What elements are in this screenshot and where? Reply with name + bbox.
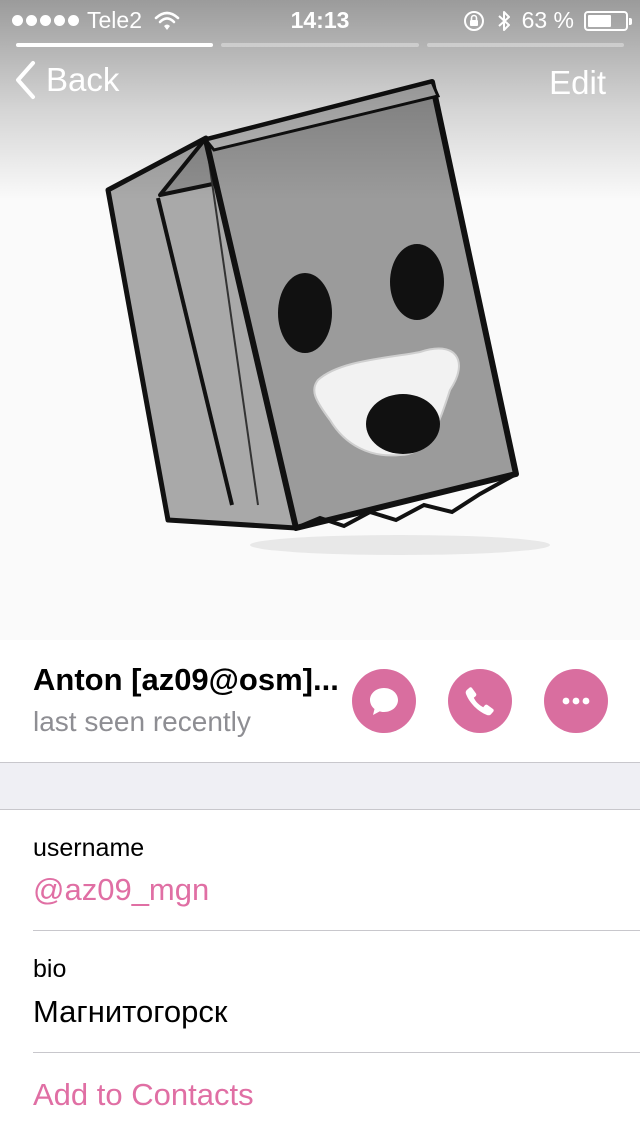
pager-segment (426, 43, 624, 47)
bluetooth-icon (497, 10, 510, 31)
edit-button[interactable]: Edit (549, 64, 606, 102)
chevron-left-icon (16, 61, 35, 99)
username-label: username (33, 834, 145, 862)
message-icon (370, 688, 398, 715)
call-button[interactable] (448, 669, 512, 733)
bio-label: bio (33, 955, 67, 983)
divider (33, 1052, 640, 1053)
photo-pager (16, 43, 624, 47)
status-bar: Tele2 14:13 63 % (0, 0, 640, 40)
username-value[interactable]: @az09_mgn (33, 872, 209, 908)
back-label: Back (46, 61, 120, 98)
phone-icon (465, 687, 494, 716)
battery-icon (584, 10, 632, 31)
profile-header: Anton [az09@osm]... last seen recently (0, 640, 640, 763)
last-seen-status: last seen recently (33, 706, 251, 737)
message-button[interactable] (352, 669, 416, 733)
section-separator (0, 763, 640, 810)
info-section: username @az09_mgn bio Магнитогорск Add … (0, 810, 640, 1136)
more-icon (562, 697, 590, 705)
bio-value: Магнитогорск (33, 994, 228, 1029)
pager-segment (221, 43, 419, 47)
add-to-contacts-button[interactable]: Add to Contacts (33, 1077, 254, 1113)
profile-name: Anton [az09@osm]... (33, 662, 339, 697)
battery-percent: 63 % (521, 7, 574, 33)
back-button[interactable]: Back (14, 60, 119, 100)
rotation-lock-icon (463, 10, 484, 31)
pager-segment (16, 43, 214, 47)
divider (33, 930, 640, 931)
more-button[interactable] (544, 669, 608, 733)
